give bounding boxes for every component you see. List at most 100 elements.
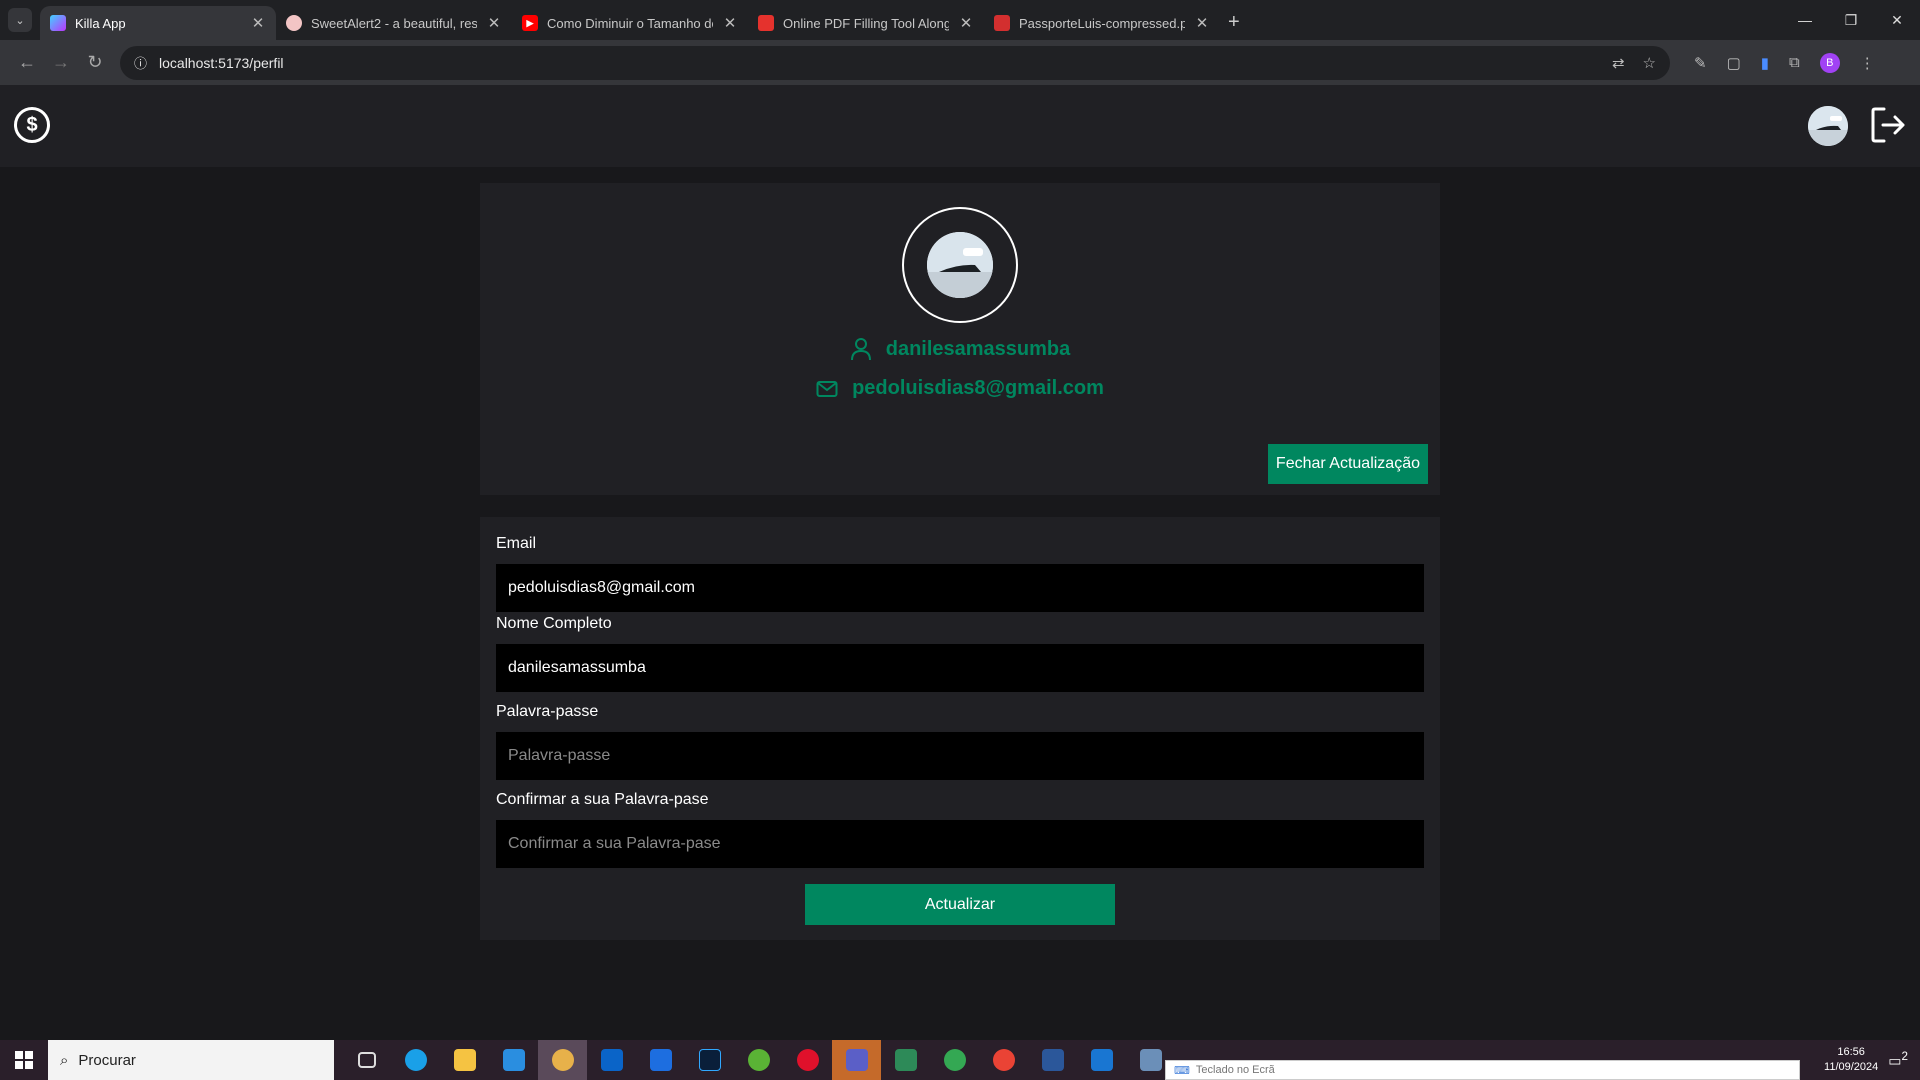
logout-icon[interactable] bbox=[1870, 105, 1906, 145]
full-name-field[interactable] bbox=[496, 644, 1424, 692]
close-tab-icon[interactable]: ✕ bbox=[722, 14, 738, 32]
profile-picture-icon bbox=[927, 232, 993, 298]
confirm-password-label: Confirmar a sua Palavra-pase bbox=[496, 791, 709, 808]
teams-icon[interactable] bbox=[832, 1040, 881, 1080]
password-label: Palavra-passe bbox=[496, 703, 599, 720]
date-text: 11/09/2024 bbox=[1824, 1061, 1879, 1073]
update-button[interactable]: Actualizar bbox=[805, 884, 1115, 925]
pdf-favicon-icon bbox=[994, 15, 1010, 31]
utorrent-icon[interactable] bbox=[734, 1040, 783, 1080]
pen-extension-icon[interactable]: ✎ bbox=[1694, 54, 1707, 72]
update-profile-form: Email Nome Completo Palavra-passe Confir… bbox=[480, 517, 1440, 940]
system-tray: 16:56 11/09/2024 ▭2 bbox=[1824, 1040, 1920, 1080]
address-bar[interactable]: ⓘ localhost:5173/perfil ⇄ ☆ bbox=[120, 45, 1670, 80]
close-tab-icon[interactable]: ✕ bbox=[1194, 14, 1210, 32]
app-window-icon[interactable] bbox=[881, 1040, 930, 1080]
search-label: Procurar bbox=[78, 1051, 136, 1069]
tab-killa-app[interactable]: Killa App ✕ bbox=[40, 6, 276, 40]
tab-title: Killa App bbox=[75, 15, 126, 31]
profile-image bbox=[927, 232, 993, 298]
avatar-image-icon bbox=[1808, 106, 1848, 146]
close-tab-icon[interactable]: ✕ bbox=[958, 14, 974, 32]
taskbar-apps bbox=[342, 1040, 1175, 1080]
search-icon: ⌕ bbox=[60, 1051, 69, 1069]
vite-favicon-icon bbox=[50, 15, 66, 31]
app-header: $ bbox=[0, 85, 1920, 167]
profile-card: danilesamassumba pedoluisdias8@gmail.com… bbox=[480, 183, 1440, 495]
chrome-profile-icon[interactable] bbox=[538, 1040, 587, 1080]
keyboard-icon: ⌨ bbox=[1174, 1064, 1190, 1077]
windows-logo-icon bbox=[15, 1051, 33, 1069]
close-update-button[interactable]: Fechar Actualização bbox=[1267, 444, 1428, 484]
reload-icon[interactable]: ↻ bbox=[78, 46, 112, 80]
email-field[interactable] bbox=[496, 564, 1424, 612]
tab-passport-pdf[interactable]: PassporteLuis-compressed.pdf ✕ bbox=[984, 6, 1220, 40]
pdf-tool-favicon-icon bbox=[758, 15, 774, 31]
site-info-icon[interactable]: ⓘ bbox=[134, 53, 147, 72]
back-icon[interactable]: ← bbox=[10, 46, 44, 80]
notification-icon[interactable]: ▭2 bbox=[1888, 1050, 1908, 1070]
photoshop-icon[interactable] bbox=[685, 1040, 734, 1080]
tab-title: Como Diminuir o Tamanho do bbox=[547, 15, 713, 31]
tab-title: PassporteLuis-compressed.pdf bbox=[1019, 15, 1185, 31]
clock[interactable]: 16:56 11/09/2024 bbox=[1824, 1045, 1878, 1075]
outlook-icon[interactable] bbox=[587, 1040, 636, 1080]
translate-icon[interactable]: ⇄ bbox=[1612, 54, 1625, 72]
menu-kebab-icon[interactable]: ⋮ bbox=[1860, 54, 1875, 72]
username-row: danilesamassumba bbox=[480, 337, 1440, 361]
time-text: 16:56 bbox=[1837, 1046, 1865, 1058]
mail-icon bbox=[816, 380, 838, 397]
tab-sweetalert[interactable]: SweetAlert2 - a beautiful, respo ✕ bbox=[276, 6, 512, 40]
tab-search-button[interactable]: ⌄ bbox=[8, 8, 32, 32]
confirm-password-field[interactable] bbox=[496, 820, 1424, 868]
file-explorer-icon[interactable] bbox=[440, 1040, 489, 1080]
tab-youtube[interactable]: ▶ Como Diminuir o Tamanho do ✕ bbox=[512, 6, 748, 40]
profile-username: danilesamassumba bbox=[885, 337, 1071, 360]
edge-icon[interactable] bbox=[391, 1040, 440, 1080]
name-label: Nome Completo bbox=[496, 615, 612, 632]
minimize-icon[interactable]: — bbox=[1782, 0, 1828, 40]
dollar-logo-icon[interactable]: $ bbox=[14, 107, 50, 143]
close-tab-icon[interactable]: ✕ bbox=[250, 14, 266, 32]
logo-symbol: $ bbox=[26, 113, 38, 136]
extensions-puzzle-icon[interactable]: ⧉ bbox=[1789, 54, 1800, 71]
extension-blue-icon[interactable]: ▮ bbox=[1761, 54, 1769, 72]
email-row: pedoluisdias8@gmail.com bbox=[480, 377, 1440, 400]
vscode-icon[interactable] bbox=[489, 1040, 538, 1080]
restore-icon[interactable]: ❐ bbox=[1828, 0, 1874, 40]
close-window-icon[interactable]: ✕ bbox=[1874, 0, 1920, 40]
task-view-icon[interactable] bbox=[342, 1040, 391, 1080]
opera-icon[interactable] bbox=[783, 1040, 832, 1080]
profile-avatar-large bbox=[902, 207, 1018, 323]
user-avatar[interactable] bbox=[1808, 106, 1848, 146]
bookmark-star-icon[interactable]: ☆ bbox=[1643, 54, 1656, 72]
tab-title: SweetAlert2 - a beautiful, respo bbox=[311, 15, 477, 31]
windows-start-icon[interactable] bbox=[0, 1040, 48, 1080]
window-controls: — ❐ ✕ bbox=[1782, 0, 1920, 40]
forward-icon[interactable]: → bbox=[44, 46, 78, 80]
extension-doc-icon[interactable]: ▢ bbox=[1727, 54, 1741, 72]
youtube-favicon-icon: ▶ bbox=[522, 15, 538, 31]
chrome-icon[interactable] bbox=[930, 1040, 979, 1080]
taskbar-search[interactable]: ⌕ Procurar bbox=[48, 1040, 334, 1080]
url-text: localhost:5173/perfil bbox=[159, 54, 284, 71]
trello-icon[interactable] bbox=[636, 1040, 685, 1080]
osk-title: Teclado no Ecrã bbox=[1195, 1064, 1275, 1076]
browser-tab-strip: ⌄ Killa App ✕ SweetAlert2 - a beautiful,… bbox=[0, 0, 1920, 40]
tab-pdf-filling[interactable]: Online PDF Filling Tool Along w ✕ bbox=[748, 6, 984, 40]
word-icon[interactable] bbox=[1028, 1040, 1077, 1080]
chrome-icon-2[interactable] bbox=[979, 1040, 1028, 1080]
notification-count: 2 bbox=[1901, 1050, 1908, 1064]
sweetalert-favicon-icon bbox=[286, 15, 302, 31]
email-label: Email bbox=[496, 535, 537, 552]
browser-toolbar: ← → ↻ ⓘ localhost:5173/perfil ⇄ ☆ ✎ ▢ ▮ … bbox=[0, 40, 1920, 85]
user-icon bbox=[850, 338, 871, 361]
close-tab-icon[interactable]: ✕ bbox=[486, 14, 502, 32]
app-blue-icon[interactable] bbox=[1077, 1040, 1126, 1080]
password-field[interactable] bbox=[496, 732, 1424, 780]
new-tab-button[interactable]: + bbox=[1228, 11, 1240, 34]
profile-avatar[interactable]: B bbox=[1819, 52, 1840, 73]
on-screen-keyboard-window[interactable]: ⌨ Teclado no Ecrã bbox=[1165, 1060, 1800, 1080]
profile-email: pedoluisdias8@gmail.com bbox=[852, 377, 1104, 399]
tab-title: Online PDF Filling Tool Along w bbox=[783, 15, 949, 31]
